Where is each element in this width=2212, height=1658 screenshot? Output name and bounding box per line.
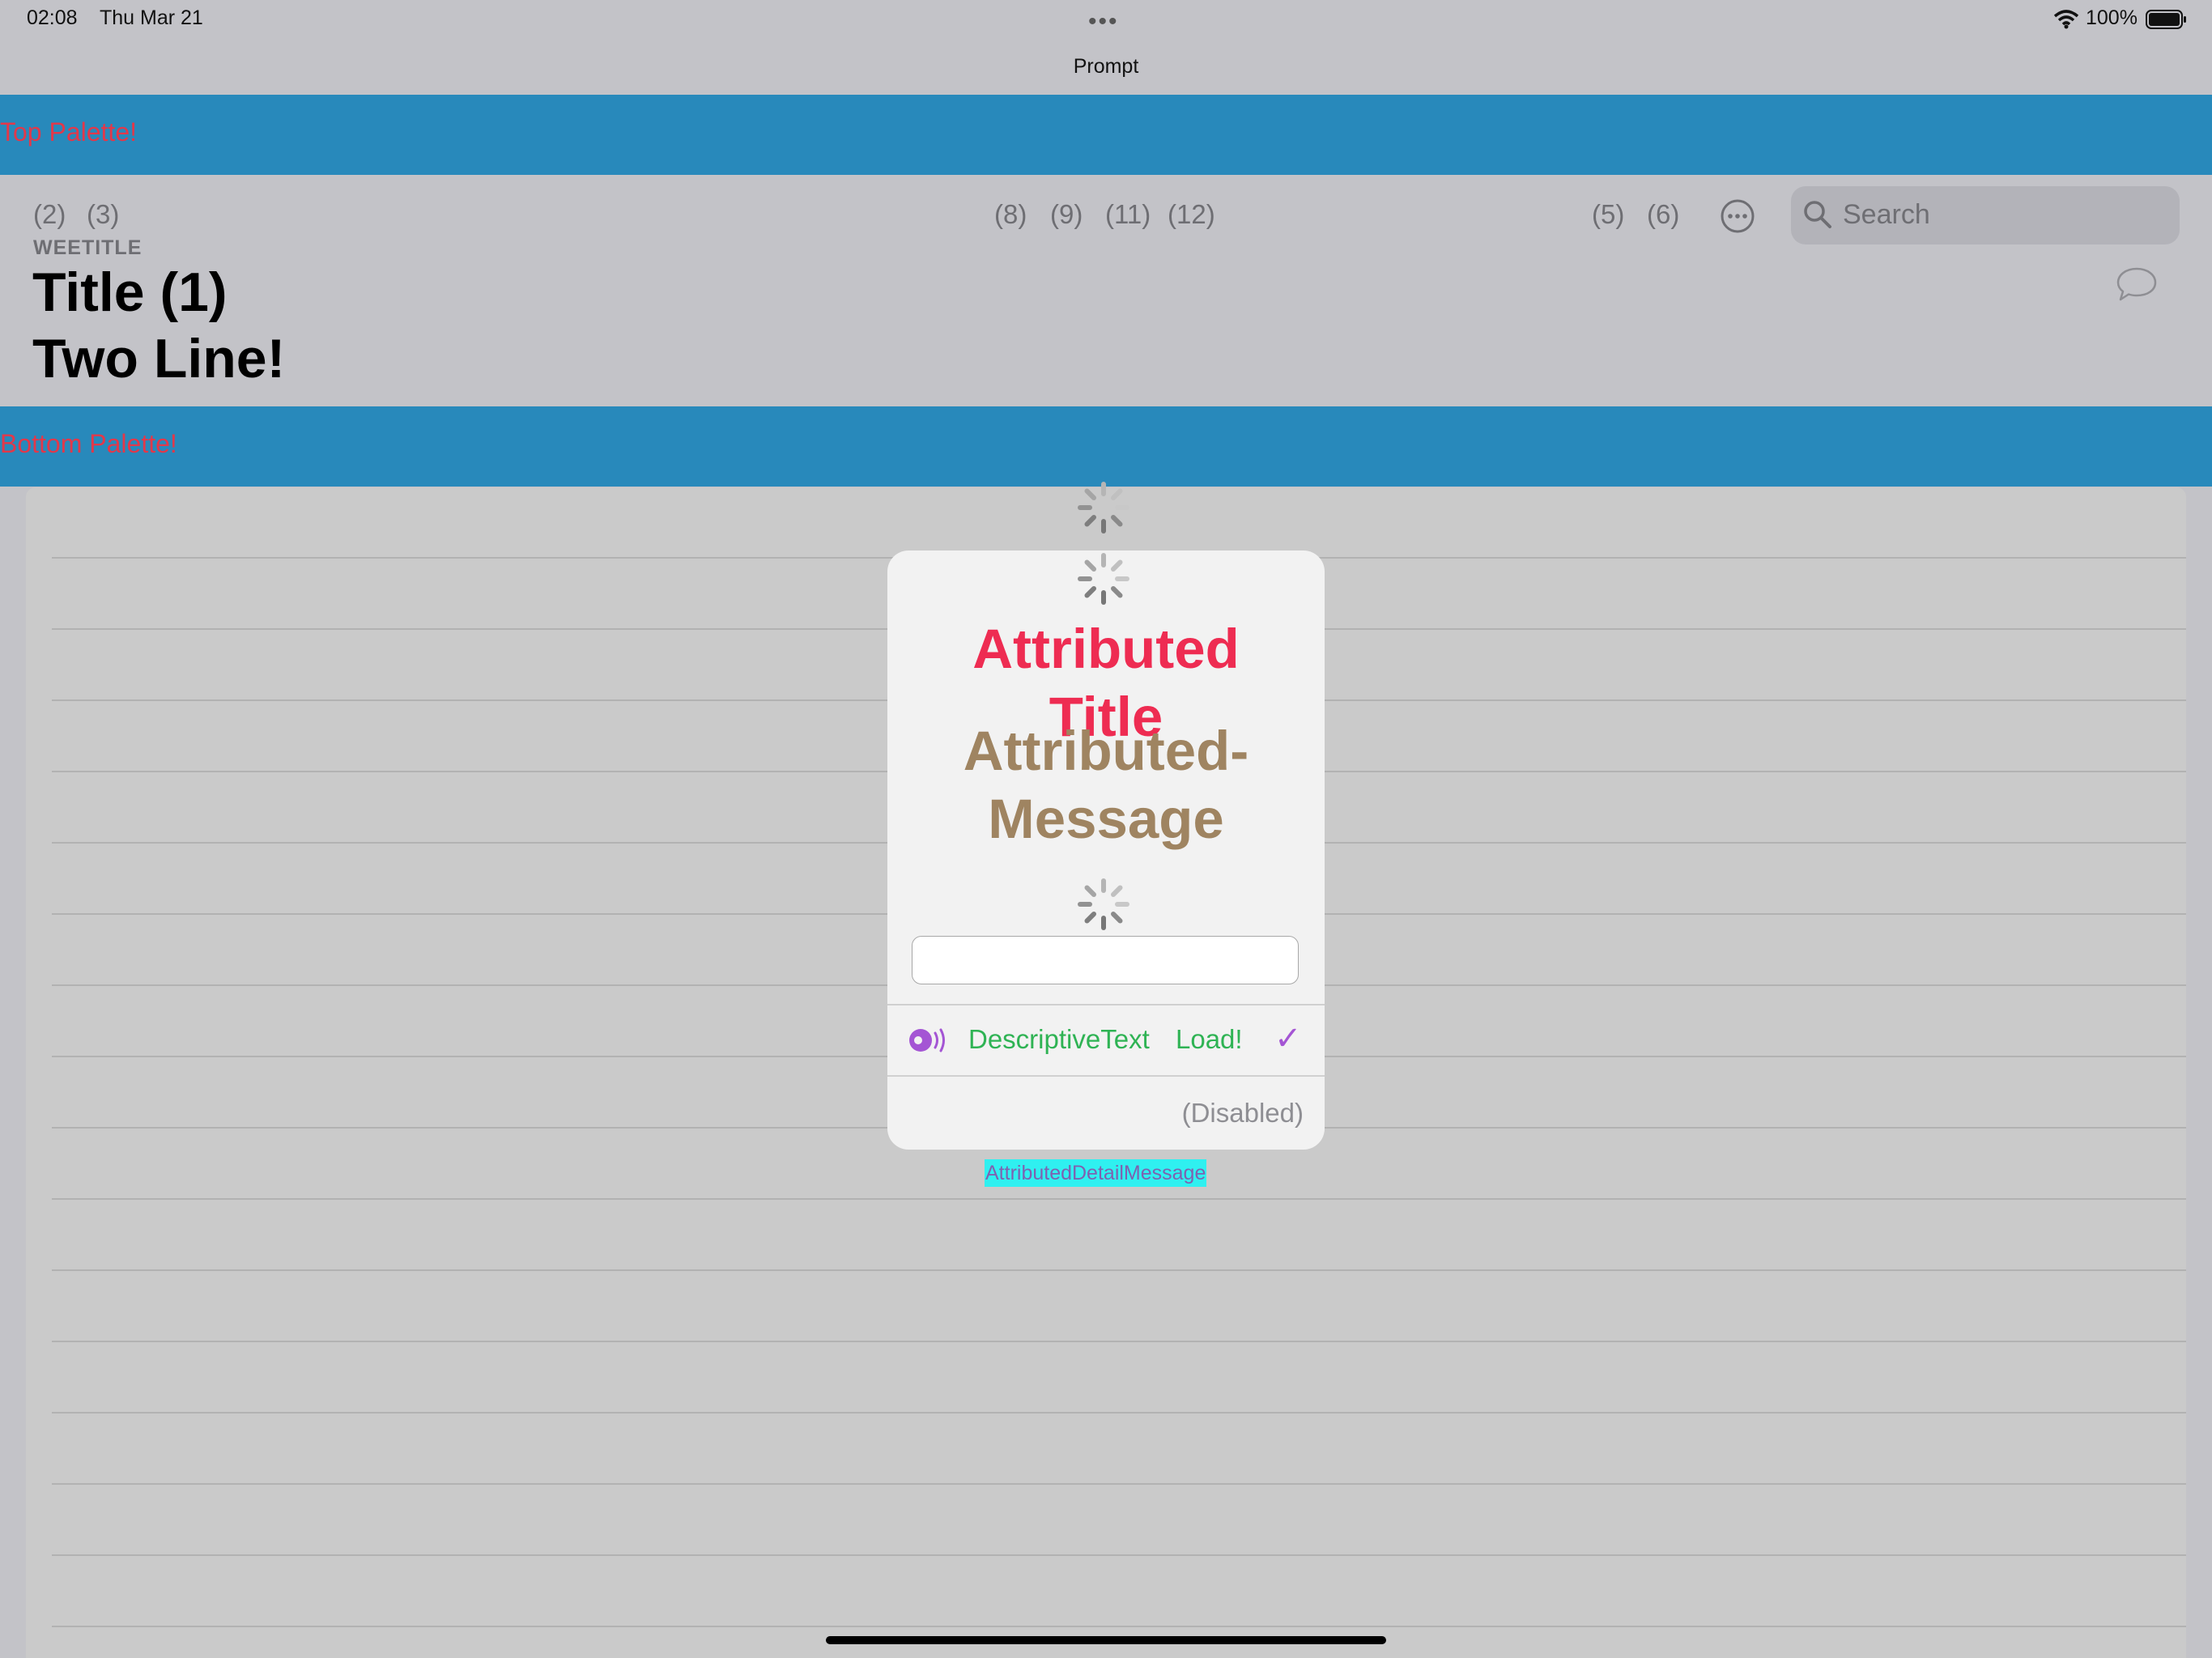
- top-palette-label: Top Palette!: [0, 117, 137, 147]
- nav-item-9[interactable]: (9): [1050, 199, 1083, 230]
- battery-icon: [2146, 10, 2186, 29]
- status-date: Thu Mar 21: [100, 6, 203, 29]
- battery-percentage: 100%: [2086, 6, 2138, 29]
- large-title-line-2: Two Line!: [32, 328, 286, 389]
- table-row-separator: [52, 1626, 2186, 1627]
- table-row-separator: [52, 1554, 2186, 1556]
- alert-message: Attributed- Message: [887, 717, 1325, 853]
- audio-broadcast-icon: [909, 1028, 945, 1052]
- nav-item-12[interactable]: (12): [1168, 199, 1215, 230]
- multitasking-dots[interactable]: •••: [1088, 8, 1119, 36]
- table-row-separator: [52, 1198, 2186, 1200]
- action-title: Load!: [1176, 1024, 1243, 1054]
- bottom-palette: Bottom Palette!: [0, 406, 2212, 487]
- magnifier-icon: [1804, 201, 1831, 228]
- top-palette: Top Palette!: [0, 95, 2212, 175]
- search-placeholder: Search: [1843, 199, 1930, 230]
- alert-text-field[interactable]: [912, 936, 1299, 984]
- nav-item-3[interactable]: (3): [87, 199, 119, 230]
- table-row-separator: [52, 1269, 2186, 1271]
- wee-title: WEETITLE: [33, 236, 143, 259]
- activity-spinner-icon: [1078, 878, 1129, 930]
- load-action-button[interactable]: DescriptiveText Load! ✓: [887, 1005, 1325, 1075]
- nav-prompt: Prompt: [1073, 55, 1139, 78]
- bottom-palette-label: Bottom Palette!: [0, 429, 177, 458]
- attributed-detail-message: AttributedDetailMessage: [985, 1159, 1207, 1187]
- nav-item-11[interactable]: (11): [1105, 199, 1151, 230]
- table-row-separator: [52, 1341, 2186, 1342]
- table-row-separator: [52, 1412, 2186, 1414]
- nav-item-6[interactable]: (6): [1647, 199, 1679, 230]
- status-time: 02:08: [27, 6, 78, 29]
- table-row-separator: [52, 1483, 2186, 1485]
- large-title-line-1: Title (1): [32, 261, 228, 323]
- nav-item-8[interactable]: (8): [994, 199, 1027, 230]
- action-descriptive-text: DescriptiveText: [968, 1024, 1150, 1054]
- nav-item-2[interactable]: (2): [33, 199, 66, 230]
- home-indicator[interactable]: [826, 1636, 1386, 1644]
- disabled-action-label: (Disabled): [1181, 1098, 1304, 1128]
- activity-spinner-icon: [1078, 482, 1129, 534]
- large-title: Title (1) Two Line!: [32, 259, 285, 392]
- alert-title-line-1: Attributed: [972, 618, 1240, 680]
- alert-message-line-1: Attributed-: [963, 720, 1249, 782]
- speech-bubble-icon[interactable]: [2115, 266, 2159, 306]
- activity-spinner-icon: [1078, 553, 1129, 605]
- ellipsis-circle-icon[interactable]: [1720, 198, 1755, 234]
- checkmark-icon: ✓: [1274, 1021, 1302, 1056]
- search-field[interactable]: Search: [1791, 186, 2180, 244]
- nav-item-5[interactable]: (5): [1592, 199, 1624, 230]
- disabled-action-button: (Disabled): [887, 1077, 1325, 1150]
- alert-dialog: Attributed Title Attributed- Message Des…: [887, 551, 1325, 1150]
- alert-message-line-2: Message: [988, 788, 1224, 850]
- wifi-icon: [2053, 10, 2079, 29]
